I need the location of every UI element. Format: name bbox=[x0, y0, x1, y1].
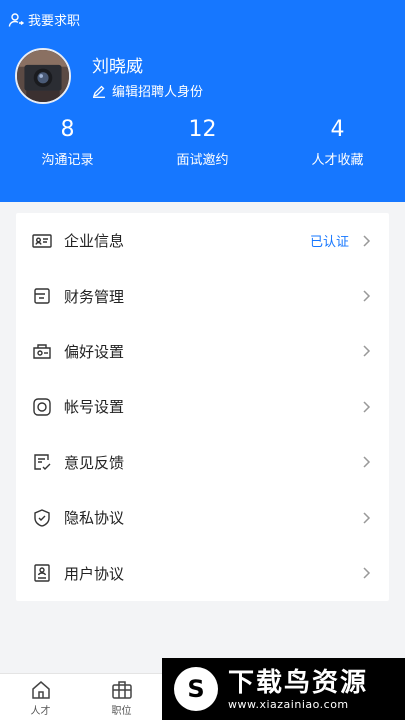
briefcase-icon bbox=[111, 681, 132, 699]
watermark-url: www.xiazainiao.com bbox=[228, 697, 349, 711]
menu-item-label: 企业信息 bbox=[64, 232, 125, 251]
stat-favorites[interactable]: 4 人才收藏 bbox=[270, 117, 405, 168]
tab-label: 职位 bbox=[111, 706, 132, 717]
avatar-image bbox=[17, 50, 69, 102]
chevron-right-icon bbox=[361, 566, 371, 580]
edit-identity-label: 编辑招聘人身份 bbox=[112, 85, 204, 100]
stat-value: 8 bbox=[60, 117, 75, 142]
menu-item-label: 帐号设置 bbox=[64, 398, 125, 417]
menu-item-label: 用户协议 bbox=[64, 564, 125, 583]
home-icon bbox=[31, 681, 50, 699]
menu-item-account-settings[interactable]: 帐号设置 bbox=[16, 379, 389, 434]
menu-item-feedback[interactable]: 意见反馈 bbox=[16, 435, 389, 490]
chevron-right-icon bbox=[361, 455, 371, 469]
account-icon bbox=[32, 397, 52, 417]
tab-label: 人才 bbox=[30, 706, 51, 717]
stat-value: 4 bbox=[330, 117, 345, 142]
menu-item-label: 财务管理 bbox=[64, 287, 125, 306]
stat-value: 12 bbox=[188, 117, 217, 142]
menu-item-company-info[interactable]: 企业信息 已认证 bbox=[16, 213, 389, 268]
settings-menu: 企业信息 已认证 财务管理 偏好设置 帐号设置 意见反馈 隐私协议 用户协议 bbox=[16, 213, 389, 601]
document-icon bbox=[32, 563, 52, 583]
chevron-right-icon bbox=[361, 289, 371, 303]
tab-jobs[interactable]: 职位 bbox=[81, 674, 162, 720]
stat-label: 面试邀约 bbox=[176, 153, 229, 168]
menu-item-user-agreement[interactable]: 用户协议 bbox=[16, 545, 389, 600]
avatar[interactable] bbox=[15, 48, 71, 104]
user-switch-icon bbox=[8, 12, 24, 27]
stat-label: 沟通记录 bbox=[41, 153, 94, 168]
profile-header: 我要求职 刘晓威 编辑招聘人身份 8 沟通记录 12 面试邀约 4 人才收藏 bbox=[0, 0, 405, 202]
watermark-logo-mark: S bbox=[187, 675, 205, 703]
verified-status: 已认证 bbox=[309, 235, 349, 251]
menu-item-label: 意见反馈 bbox=[64, 453, 125, 472]
preference-icon bbox=[32, 341, 52, 361]
shield-icon bbox=[32, 508, 52, 528]
tab-talent[interactable]: 人才 bbox=[0, 674, 81, 720]
switch-role-button[interactable]: 我要求职 bbox=[8, 10, 80, 29]
id-card-icon bbox=[32, 231, 52, 251]
menu-item-finance[interactable]: 财务管理 bbox=[16, 268, 389, 323]
switch-role-label: 我要求职 bbox=[28, 14, 81, 29]
chevron-right-icon bbox=[361, 511, 371, 525]
user-name: 刘晓威 bbox=[92, 57, 143, 77]
watermark-overlay: S 下载鸟资源 www.xiazainiao.com bbox=[162, 658, 405, 720]
stat-interviews[interactable]: 12 面试邀约 bbox=[135, 117, 270, 168]
watermark-title: 下载鸟资源 bbox=[228, 667, 369, 698]
menu-item-preferences[interactable]: 偏好设置 bbox=[16, 324, 389, 379]
pencil-icon bbox=[92, 85, 105, 98]
menu-item-label: 隐私协议 bbox=[64, 509, 125, 528]
stat-label: 人才收藏 bbox=[311, 153, 364, 168]
menu-item-privacy-policy[interactable]: 隐私协议 bbox=[16, 490, 389, 545]
feedback-icon bbox=[32, 452, 52, 472]
chevron-right-icon bbox=[361, 400, 371, 414]
chevron-right-icon bbox=[361, 234, 371, 248]
stats-row: 8 沟通记录 12 面试邀约 4 人才收藏 bbox=[0, 117, 405, 168]
watermark-logo: S bbox=[174, 667, 218, 711]
menu-item-label: 偏好设置 bbox=[64, 342, 125, 361]
edit-identity-link[interactable]: 编辑招聘人身份 bbox=[92, 81, 203, 100]
chevron-right-icon bbox=[361, 344, 371, 358]
wallet-icon bbox=[32, 286, 52, 306]
stat-communication[interactable]: 8 沟通记录 bbox=[0, 117, 135, 168]
